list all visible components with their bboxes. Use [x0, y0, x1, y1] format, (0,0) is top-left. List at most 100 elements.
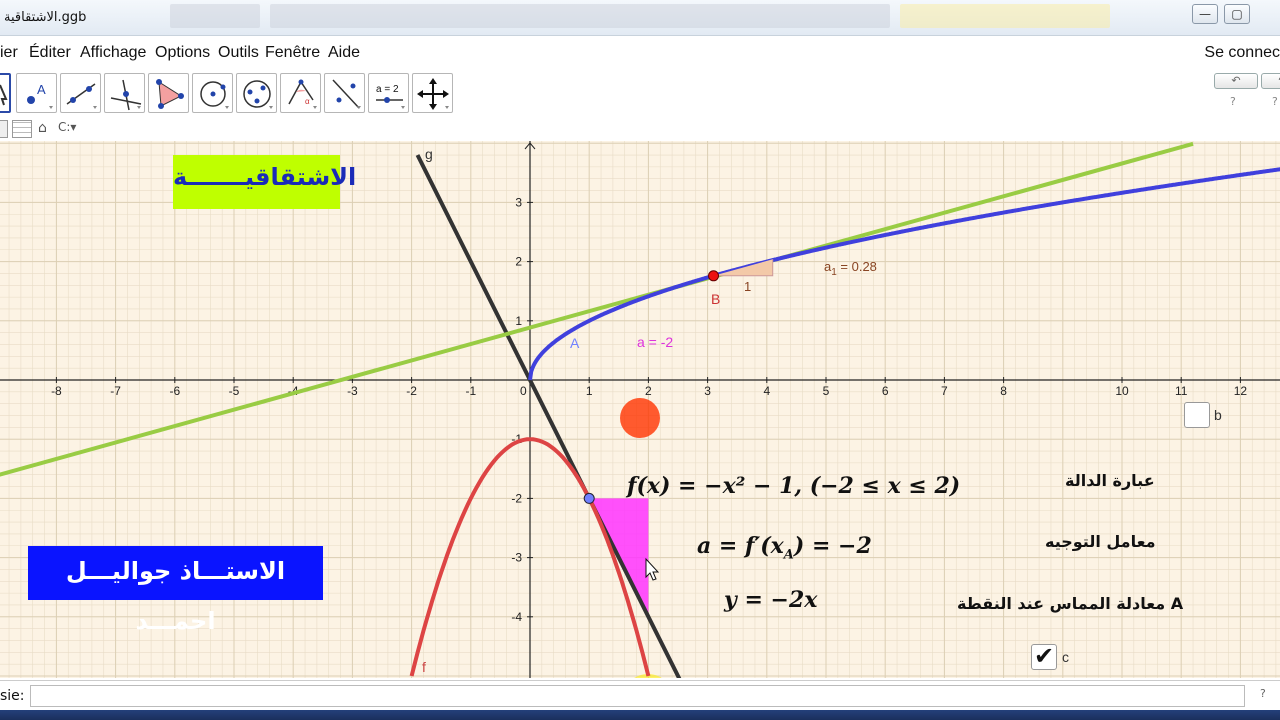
- title-box: الاشتقاقيـــــــة: [173, 155, 356, 209]
- menu-bar: ier Éditer Affichage Options Outils Fenê…: [0, 37, 1280, 69]
- cursor-highlight-core: [620, 398, 660, 438]
- x-tick-label: 6: [882, 384, 889, 398]
- background-tab: [170, 4, 260, 28]
- help-icon[interactable]: ?: [1272, 95, 1278, 108]
- y-tick-label: 1: [515, 314, 522, 328]
- line-g-label: g: [425, 146, 433, 162]
- background-window: [900, 4, 1110, 28]
- line-tool-button[interactable]: [60, 73, 101, 113]
- conic-tool-button[interactable]: [236, 73, 277, 113]
- move-arrows-icon: [417, 78, 449, 110]
- sign-in-link[interactable]: Se connec: [1204, 44, 1280, 62]
- taskbar: [0, 710, 1280, 720]
- x-tick-label: 3: [704, 384, 711, 398]
- function-formula: f(x) = −x² − 1, (−2 ≤ x ≤ 2): [627, 473, 961, 499]
- move-tool-button[interactable]: [0, 73, 11, 113]
- point-a-label: A: [570, 335, 580, 351]
- reflect-icon: [332, 79, 361, 109]
- slope-formula-start: a = f′(x: [697, 533, 784, 559]
- menu-aide[interactable]: Aide: [328, 44, 360, 62]
- line-icon: [66, 83, 97, 109]
- slope-label: معامل التوجيه: [1045, 532, 1156, 551]
- x-tick-label: 2: [645, 384, 652, 398]
- x-tick-label: 7: [941, 384, 948, 398]
- checkbox-b[interactable]: [1184, 402, 1210, 428]
- y-tick-label: -3: [511, 551, 522, 565]
- move-view-tool-button[interactable]: [412, 73, 453, 113]
- slope-a-label: a = -2: [637, 334, 673, 350]
- slider-tool-button[interactable]: a = 2: [368, 73, 409, 113]
- x-tick-label: 0: [520, 384, 527, 398]
- menu-editer[interactable]: Éditer: [29, 44, 71, 62]
- checkbox-c[interactable]: ✔: [1031, 642, 1057, 670]
- undo-button[interactable]: ↶: [1214, 73, 1258, 89]
- x-tick-label: 11: [1175, 384, 1188, 398]
- circle-tool-button[interactable]: [192, 73, 233, 113]
- conic-icon: [243, 80, 273, 109]
- menu-outils[interactable]: Outils: [218, 44, 259, 62]
- x-tick-label: 4: [763, 384, 770, 398]
- y-tick-label: -2: [511, 491, 522, 505]
- angle-icon: α: [288, 79, 317, 109]
- point-a: [583, 492, 595, 504]
- home-icon[interactable]: ⌂: [38, 120, 47, 138]
- angle-tool-button[interactable]: α: [280, 73, 321, 113]
- input-help-icon[interactable]: ?: [1260, 687, 1274, 703]
- check-icon: ✔: [1034, 642, 1055, 670]
- x-tick-label: -8: [51, 384, 62, 398]
- x-tick-label: 10: [1115, 384, 1129, 398]
- input-label: sie:: [0, 688, 25, 704]
- x-tick-label: 12: [1234, 384, 1248, 398]
- x-tick-label: 9: [0, 384, 1, 398]
- graphics-view[interactable]: 9-8-7-6-5-4-3-2-10123456789101112321-1-2…: [0, 141, 1280, 678]
- polygon-tool-button[interactable]: [148, 73, 189, 113]
- menu-fichier[interactable]: ier: [0, 44, 18, 62]
- perpendicular-tool-button[interactable]: [104, 73, 145, 113]
- svg-text:a = 2: a = 2: [376, 84, 399, 95]
- x-tick-label: -6: [169, 384, 180, 398]
- function-expression-label: عبارة الدالة: [1065, 471, 1155, 490]
- slope-formula-sub: A: [783, 547, 794, 563]
- redo-button[interactable]: ↷: [1261, 73, 1280, 89]
- point-b-label: B: [711, 291, 720, 307]
- tangent-formula: y = −2x: [724, 587, 818, 613]
- slope-formula: a = f′(xA) = −2: [697, 533, 872, 562]
- point-tool-button[interactable]: A: [16, 73, 57, 113]
- tangent-equation-label: معادلة المماس عند النقطة A: [957, 594, 1184, 613]
- window-title: الاشتقاقية.ggb: [4, 10, 87, 25]
- x-tick-label: 8: [1000, 384, 1007, 398]
- y-tick-label: 3: [515, 195, 522, 209]
- command-selector[interactable]: C:▾: [58, 120, 76, 138]
- x-tick-label: 1: [586, 384, 593, 398]
- point-icon: A: [27, 82, 53, 109]
- window-titlebar: الاشتقاقية.ggb — ▢: [0, 0, 1280, 36]
- menu-options[interactable]: Options: [155, 44, 210, 62]
- reflect-tool-button[interactable]: [324, 73, 365, 113]
- background-window: [270, 4, 890, 28]
- author-box: الاستـــاذ جواليـــل احمـــد: [28, 546, 323, 635]
- input-field[interactable]: [30, 685, 1245, 707]
- input-bar: sie: ?: [0, 680, 1280, 710]
- arrow-icon: [0, 84, 8, 106]
- toolbar: A α a = 2 ↶ ? ?: [0, 71, 1280, 117]
- x-tick-label: -2: [406, 384, 417, 398]
- grid-toggle-icon[interactable]: [12, 120, 32, 138]
- x-tick-label: -1: [465, 384, 476, 398]
- checkbox-b-label: b: [1214, 407, 1222, 423]
- slider-icon: a = 2: [376, 84, 405, 109]
- menu-fenetre[interactable]: Fenêtre: [265, 44, 320, 62]
- maximize-button[interactable]: ▢: [1224, 4, 1250, 24]
- y-tick-label: -4: [511, 610, 522, 624]
- menu-affichage[interactable]: Affichage: [80, 44, 146, 62]
- x-tick-label: 5: [823, 384, 830, 398]
- svg-text:A: A: [37, 82, 46, 97]
- help-icon[interactable]: ?: [1230, 95, 1236, 108]
- slope-formula-end: ) = −2: [793, 533, 872, 559]
- axes-toggle-icon[interactable]: [0, 120, 8, 138]
- perpendicular-icon: [110, 79, 142, 111]
- minimize-button[interactable]: —: [1192, 4, 1218, 24]
- checkbox-c-label: c: [1062, 649, 1069, 665]
- point-b: [708, 270, 720, 282]
- svg-text:α: α: [305, 97, 310, 106]
- polygon-icon: [156, 79, 184, 109]
